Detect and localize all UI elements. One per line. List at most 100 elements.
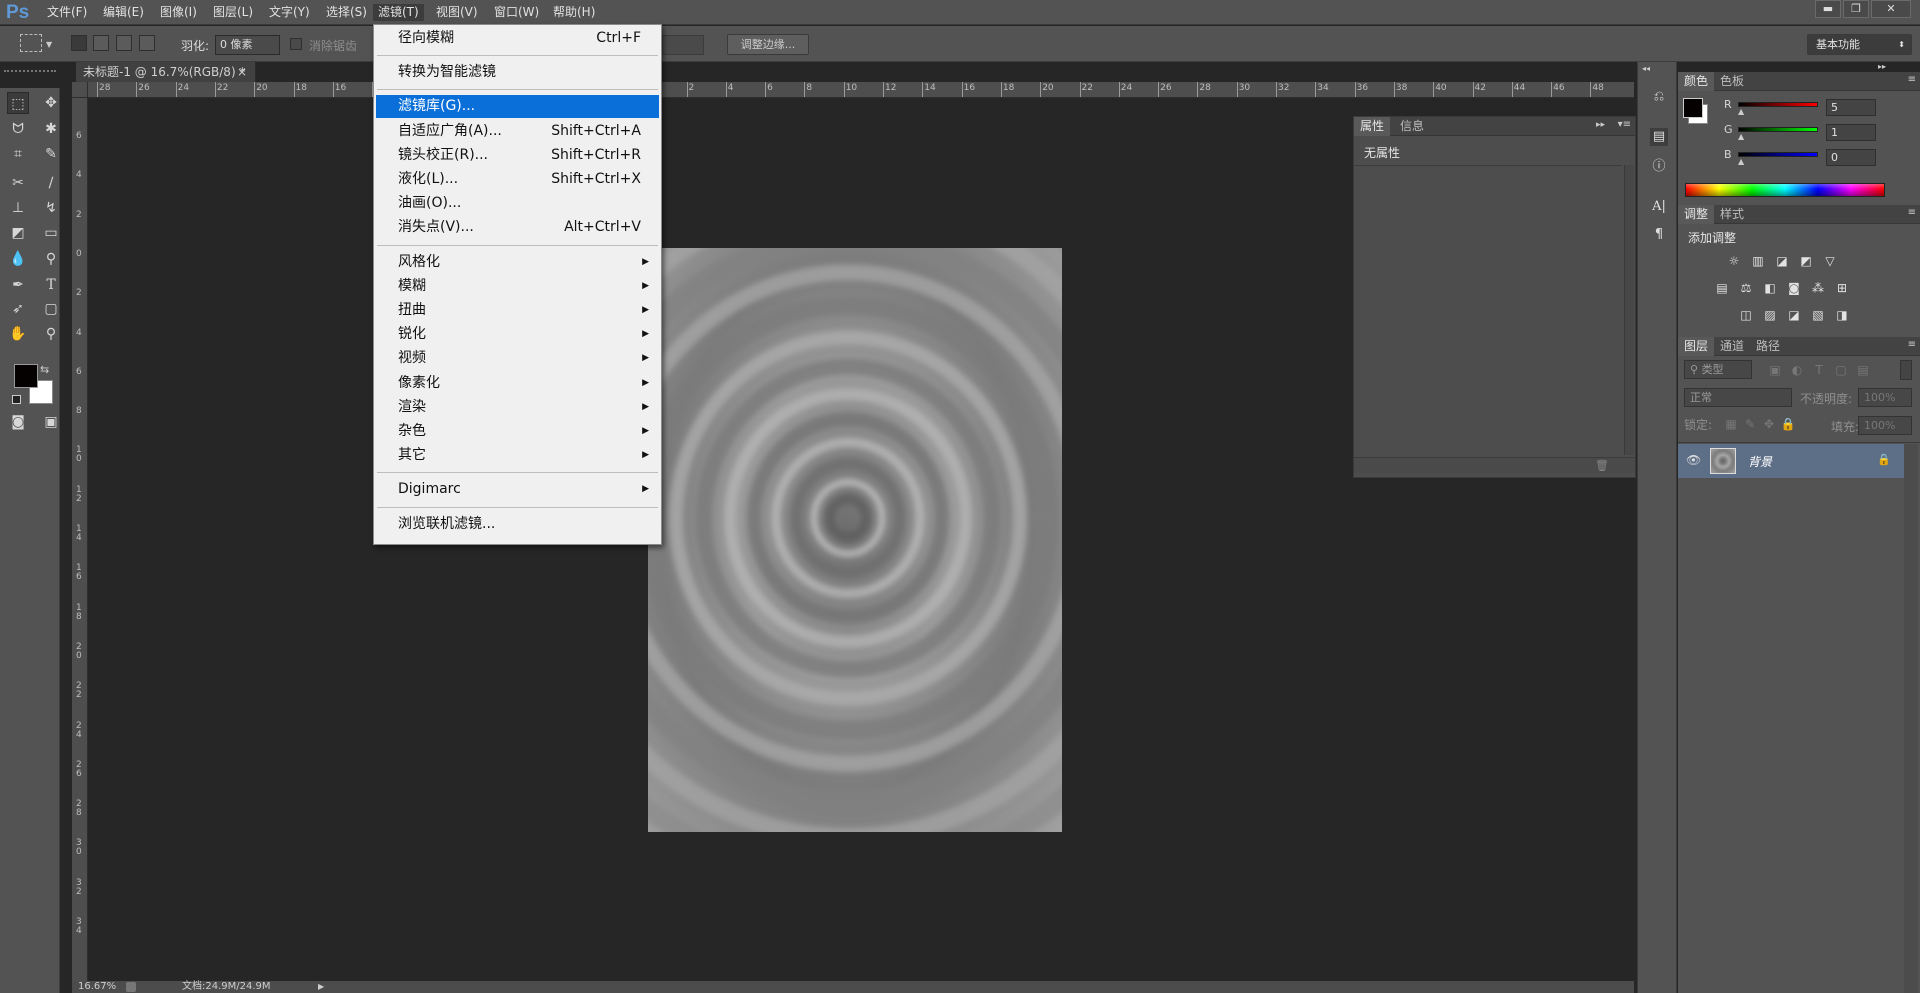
tab-swatches[interactable]: 色板 <box>1714 72 1750 91</box>
refine-edge-button[interactable]: 调整边缘... <box>727 34 809 55</box>
collapse-right-icon[interactable]: ▸▸ <box>1878 62 1886 71</box>
menu-item-7[interactable]: 视图(V) <box>431 4 483 21</box>
expand-dock-icon[interactable]: ◂◂ <box>1642 64 1650 73</box>
screen-mode-icon[interactable]: ▣ <box>40 411 62 433</box>
photo-filter-adjust-icon[interactable]: ◙ <box>1785 280 1803 296</box>
layer-row[interactable]: 👁 背景 🔒 <box>1678 444 1904 478</box>
invert-adjust-icon[interactable]: ◫ <box>1737 307 1755 323</box>
tab-properties[interactable]: 属性 <box>1354 117 1391 136</box>
curves-adjust-icon[interactable]: ◪ <box>1773 253 1791 269</box>
filter-menu-item[interactable]: 锐化 ▶ <box>376 323 659 346</box>
hand-tool-icon[interactable]: ✋ <box>7 323 29 345</box>
document-canvas[interactable] <box>648 248 1062 832</box>
clone-stamp-tool-icon[interactable]: ⊥ <box>7 197 29 219</box>
tab-color[interactable]: 颜色 <box>1678 72 1715 91</box>
lock-all-icon[interactable]: 🔒 <box>1779 416 1797 432</box>
tab-channels[interactable]: 通道 <box>1714 337 1750 356</box>
filter-menu-item[interactable]: 滤镜库(G)... <box>376 95 659 119</box>
filter-menu-item[interactable]: 转换为智能滤镜 <box>376 61 659 84</box>
foreground-color-swatch[interactable] <box>14 364 38 388</box>
info-panel-icon[interactable]: ⓘ <box>1650 158 1668 176</box>
default-colors-icon[interactable] <box>12 395 21 404</box>
preset-dropdown-icon[interactable]: ▼ <box>46 40 52 49</box>
healing-brush-tool-icon[interactable]: ✂ <box>7 172 29 194</box>
collapse-panel-icon[interactable]: ▸▸ <box>1596 120 1605 130</box>
brush-tool-icon[interactable]: ∕ <box>40 172 62 194</box>
type-filter-icon[interactable]: T <box>1810 362 1828 378</box>
opacity-input[interactable]: 100% <box>1858 388 1912 407</box>
channel-value-input[interactable]: 0 <box>1826 149 1876 166</box>
gradient-map-adjust-icon[interactable]: ▧ <box>1809 307 1827 323</box>
color-balance-adjust-icon[interactable]: ⚖ <box>1737 280 1755 296</box>
pixel-filter-icon[interactable]: ▣ <box>1766 362 1784 378</box>
adjustments-menu-icon[interactable]: ≡ <box>1908 207 1916 218</box>
layer-name[interactable]: 背景 <box>1748 453 1772 470</box>
tab-styles[interactable]: 样式 <box>1714 205 1750 224</box>
filter-menu-item[interactable]: 模糊 ▶ <box>376 275 659 298</box>
filter-menu-item[interactable]: 风格化 ▶ <box>376 251 659 274</box>
layers-menu-icon[interactable]: ≡ <box>1908 339 1916 350</box>
menu-item-8[interactable]: 窗口(W) <box>489 4 544 21</box>
shape-tool-icon[interactable]: ▢ <box>40 298 62 320</box>
filter-menu-item[interactable]: 油画(O)... <box>376 192 659 215</box>
new-selection-icon[interactable] <box>71 35 87 51</box>
add-selection-icon[interactable] <box>93 35 109 51</box>
eye-icon[interactable]: 👁 <box>1686 453 1701 467</box>
paragraph-panel-icon[interactable]: ¶ <box>1650 226 1668 244</box>
channel-slider[interactable] <box>1738 127 1818 132</box>
restore-button[interactable]: ❐ <box>1843 0 1869 18</box>
color-spectrum-bar[interactable] <box>1685 183 1885 197</box>
exposure-adjust-icon[interactable]: ◩ <box>1797 253 1815 269</box>
type-tool-icon[interactable]: T <box>40 274 62 296</box>
filter-menu-item[interactable]: 扭曲 ▶ <box>376 299 659 322</box>
filter-menu-item[interactable]: 消失点(V)... Alt+Ctrl+V <box>376 216 659 239</box>
workspace-select[interactable]: 基本功能 ⬍ <box>1807 34 1912 55</box>
zoom-tool-icon[interactable]: ⚲ <box>40 323 62 345</box>
antialias-checkbox[interactable] <box>290 38 302 50</box>
marquee-tool-preset-icon[interactable] <box>20 34 42 52</box>
close-tab-icon[interactable]: × <box>237 62 247 82</box>
filter-menu-item[interactable]: 浏览联机滤镜... <box>376 513 659 536</box>
feather-input[interactable]: 0 像素 <box>215 35 280 55</box>
status-info-icon[interactable] <box>126 982 136 992</box>
color-panel-menu-icon[interactable]: ≡ <box>1908 74 1916 85</box>
intersect-selection-icon[interactable] <box>139 35 155 51</box>
status-menu-arrow-icon[interactable]: ▶ <box>318 981 324 993</box>
filter-menu-item[interactable]: 液化(L)... Shift+Ctrl+X <box>376 168 659 191</box>
move-tool-icon[interactable]: ✥ <box>40 92 62 114</box>
channel-value-input[interactable]: 1 <box>1826 124 1876 141</box>
hue-saturation-adjust-icon[interactable]: ▤ <box>1713 280 1731 296</box>
character-panel-icon[interactable]: A| <box>1650 198 1668 216</box>
history-brush-tool-icon[interactable]: ↯ <box>40 197 62 219</box>
eraser-tool-icon[interactable]: ◩ <box>7 222 29 244</box>
menu-item-2[interactable]: 图像(I) <box>155 4 202 21</box>
pen-tool-icon[interactable]: ✒ <box>7 274 29 296</box>
rect-marquee-tool-icon[interactable]: ⬚ <box>7 92 29 114</box>
shape-filter-icon[interactable]: ▢ <box>1832 362 1850 378</box>
menu-item-1[interactable]: 编辑(E) <box>98 4 149 21</box>
vertical-ruler[interactable]: 6 4 2 0 2 4 6 8 1 0 1 2 1 4 1 6 1 8 2 0 2 2 2 4 2 6 2 8 3 … <box>72 98 88 983</box>
channel-slider[interactable] <box>1738 152 1818 157</box>
properties-panel-icon[interactable]: ▤ <box>1650 128 1668 146</box>
slider-thumb-icon[interactable]: ▲ <box>1738 107 1744 116</box>
menu-item-3[interactable]: 图层(L) <box>208 4 258 21</box>
lock-image-icon[interactable]: ✎ <box>1741 416 1759 432</box>
ruler-origin[interactable] <box>72 82 88 98</box>
filter-menu-item[interactable]: 渲染 ▶ <box>376 396 659 419</box>
magic-wand-tool-icon[interactable]: ✱ <box>40 118 62 140</box>
filter-toggle[interactable] <box>1900 360 1912 380</box>
eyedropper-tool-icon[interactable]: ✎ <box>40 143 62 165</box>
height-input[interactable] <box>662 35 704 55</box>
filter-menu-item[interactable]: 径向模糊 Ctrl+F <box>376 27 659 50</box>
filter-menu-item[interactable]: 视频 ▶ <box>376 347 659 370</box>
zoom-level[interactable]: 16.67% <box>78 981 116 993</box>
adjustment-filter-icon[interactable]: ◐ <box>1788 362 1806 378</box>
blur-tool-icon[interactable]: 💧 <box>7 248 29 270</box>
path-select-tool-icon[interactable]: ➶ <box>7 298 29 320</box>
swap-colors-icon[interactable]: ⇆ <box>40 363 49 376</box>
brightness-adjust-icon[interactable]: ☼ <box>1725 253 1743 269</box>
horizontal-ruler[interactable]: 2826242220181614121086420246810121416182… <box>88 82 1634 98</box>
channel-value-input[interactable]: 5 <box>1826 99 1876 116</box>
subtract-selection-icon[interactable] <box>116 35 132 51</box>
fill-input[interactable]: 100% <box>1858 416 1912 435</box>
